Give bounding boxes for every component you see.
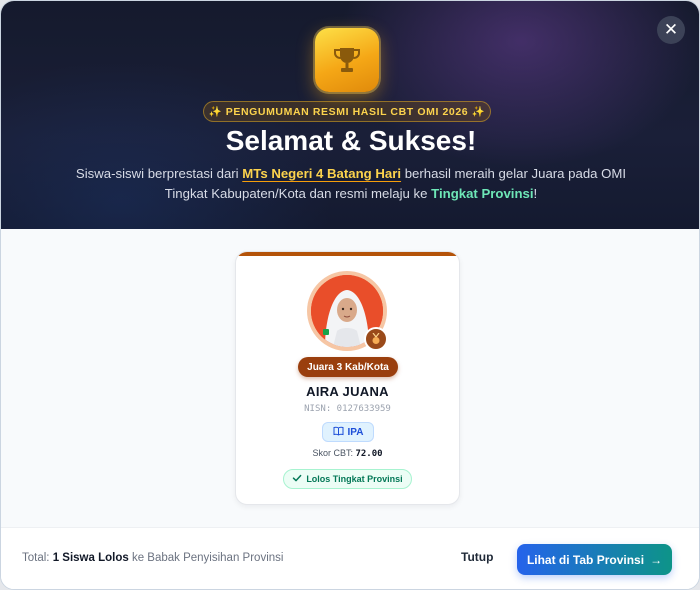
modal-subtitle: Siswa-siswi berprestasi dari MTs Negeri … (71, 164, 631, 204)
rank-badge: Juara 3 Kab/Kota (298, 357, 398, 377)
total-prefix: Total: (22, 552, 53, 564)
check-icon (292, 473, 302, 485)
qualification-label: Lolos Tingkat Provinsi (306, 474, 403, 484)
province-level: Tingkat Provinsi (431, 186, 534, 201)
total-summary: Total: 1 Siswa Lolos ke Babak Penyisihan… (22, 552, 283, 564)
score-value: 72.00 (355, 449, 383, 459)
book-icon (333, 426, 344, 439)
modal-footer: Total: 1 Siswa Lolos ke Babak Penyisihan… (1, 527, 699, 589)
student-nisn: NISN: 0127633959 (304, 404, 391, 414)
subject-badge: IPA (322, 422, 374, 442)
arrow-right-icon: → (650, 552, 663, 567)
modal-title: Selamat & Sukses! (225, 125, 477, 156)
card-accent-bar (236, 252, 459, 256)
view-province-tab-label: Lihat di Tab Provinsi (526, 552, 645, 567)
student-card: Juara 3 Kab/Kota AIRA JUANA NISN: 012763… (235, 251, 460, 505)
close-text-button[interactable]: Tutup (461, 550, 493, 564)
medal-icon (364, 327, 388, 351)
close-icon: ✕ (663, 20, 679, 39)
school-name: MTs Negeri 4 Batang Hari (242, 166, 402, 181)
total-suffix: ke Babak Penyisihan Provinsi (128, 552, 284, 564)
total-count: 1 Siswa Lolos (52, 552, 129, 564)
score-label: Skor CBT: (312, 448, 356, 458)
announcement-modal: ✕ ✨ PENGUMUMAN RESMI HASIL CBT OMI 2026 … (0, 0, 700, 590)
student-name: AIRA JUANA (306, 384, 389, 399)
close-button[interactable]: ✕ (657, 16, 685, 44)
cbt-score: Skor CBT: 72.00 (236, 448, 459, 459)
modal-header: ✕ ✨ PENGUMUMAN RESMI HASIL CBT OMI 2026 … (1, 1, 699, 229)
announcement-badge: ✨ PENGUMUMAN RESMI HASIL CBT OMI 2026 ✨ (203, 101, 491, 122)
qualification-badge: Lolos Tingkat Provinsi (283, 469, 412, 489)
subtitle-text-3: ! (533, 186, 538, 201)
view-province-tab-button[interactable]: Lihat di Tab Provinsi → (517, 544, 672, 575)
subject-label: IPA (347, 426, 364, 438)
trophy-icon (315, 28, 379, 92)
subtitle-text-1: Siswa-siswi berprestasi dari (75, 166, 243, 181)
